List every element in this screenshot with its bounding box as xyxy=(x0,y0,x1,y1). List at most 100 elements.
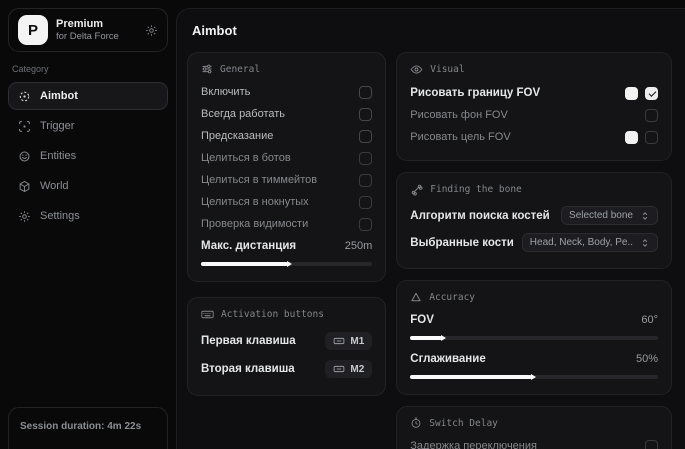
setting-row-always-work: Всегда работать xyxy=(201,103,372,125)
sidebar-item-settings[interactable]: Settings xyxy=(8,202,168,230)
selected-bones-dropdown[interactable]: Head, Neck, Body, Pe.. xyxy=(522,233,658,252)
keybind-value: M1 xyxy=(350,336,364,347)
sidebar-item-world[interactable]: World xyxy=(8,172,168,200)
first-key-label: Первая клавиша xyxy=(201,335,296,347)
session-duration-text: Session duration: 4m 22s xyxy=(20,421,141,432)
setting-label: Предсказание xyxy=(201,130,273,142)
activation-card-header: Activation buttons xyxy=(201,308,372,321)
app-subtitle: for Delta Force xyxy=(56,31,137,42)
draw-fov-background-checkbox[interactable] xyxy=(645,109,658,122)
setting-label: Целиться в нокнутых xyxy=(201,196,309,208)
section-title: Switch Delay xyxy=(429,418,498,429)
max-distance-slider[interactable] xyxy=(201,262,372,266)
gear-icon[interactable] xyxy=(145,24,158,37)
app-logo-text: Premium for Delta Force xyxy=(56,18,137,43)
setting-label: Рисовать фон FOV xyxy=(410,109,508,121)
max-distance-value: 250m xyxy=(345,240,373,252)
second-keybind-button[interactable]: M2 xyxy=(325,360,372,378)
draw-fov-border-row: Рисовать границу FOV xyxy=(410,82,658,104)
first-keybind-button[interactable]: M1 xyxy=(325,332,372,350)
section-title: Activation buttons xyxy=(221,309,324,320)
fov-row: FOV 60° xyxy=(410,309,658,331)
setting-row-enable: Включить xyxy=(201,81,372,103)
dropdown-value: Selected bone xyxy=(569,210,633,221)
unfold-chevrons-icon xyxy=(640,211,650,221)
target-bots-checkbox[interactable] xyxy=(359,152,372,165)
accuracy-card: Accuracy FOV 60° Сглаживание 50% xyxy=(396,280,672,395)
bone-algorithm-dropdown[interactable]: Selected bone xyxy=(561,206,658,225)
sidebar-item-entities[interactable]: Entities xyxy=(8,142,168,170)
general-card-header: General xyxy=(201,63,372,75)
bone-algorithm-label: Алгоритм поиска костей xyxy=(410,210,553,222)
setting-label: Проверка видимости xyxy=(201,218,308,230)
smoothing-slider[interactable] xyxy=(410,375,658,379)
bone-icon xyxy=(410,183,423,196)
always-work-checkbox[interactable] xyxy=(359,108,372,121)
target-teammates-checkbox[interactable] xyxy=(359,174,372,187)
prediction-checkbox[interactable] xyxy=(359,130,372,143)
keyboard-icon xyxy=(333,335,345,347)
world-cube-icon xyxy=(18,180,31,193)
fov-slider[interactable] xyxy=(410,336,658,340)
main-panel: Aimbot General В xyxy=(176,8,685,449)
section-title: General xyxy=(220,64,260,75)
keyboard-icon xyxy=(201,308,214,321)
app-logo-card: P Premium for Delta Force xyxy=(8,8,168,52)
switch-delay-label: Задержка переключения xyxy=(410,440,537,449)
eye-icon xyxy=(410,63,423,76)
setting-label: Всегда работать xyxy=(201,108,285,120)
switch-delay-card: Switch Delay Задержка переключения Задер… xyxy=(396,406,672,449)
setting-row-target-bots: Целиться в ботов xyxy=(201,147,372,169)
finding-bone-card: Finding the bone Алгоритм поиска костей … xyxy=(396,172,672,269)
draw-fov-border-checkbox[interactable] xyxy=(645,87,658,100)
draw-fov-target-checkbox[interactable] xyxy=(645,131,658,144)
accuracy-card-header: Accuracy xyxy=(410,291,658,303)
fov-border-color-swatch[interactable] xyxy=(625,87,638,100)
selected-bones-label: Выбранные кости xyxy=(410,237,514,249)
slider-fill xyxy=(201,262,288,266)
switch-delay-toggle-row: Задержка переключения xyxy=(410,435,658,449)
settings-gear-icon xyxy=(18,210,31,223)
draw-fov-target-row: Рисовать цель FOV xyxy=(410,126,658,148)
section-title: Visual xyxy=(430,64,464,75)
switch-delay-card-header: Switch Delay xyxy=(410,417,658,429)
slider-fill xyxy=(410,375,531,379)
keyboard-icon xyxy=(333,363,345,375)
sidebar-item-label: Aimbot xyxy=(40,90,78,102)
dropdown-value: Head, Neck, Body, Pe.. xyxy=(530,237,633,248)
app-title: Premium xyxy=(56,18,137,31)
second-key-row: Вторая клавиша M2 xyxy=(201,355,372,383)
sidebar-item-label: World xyxy=(40,180,69,192)
sliders-icon xyxy=(201,63,213,75)
max-distance-row: Макс. дистанция 250m xyxy=(201,235,372,257)
app-logo: P xyxy=(18,15,48,45)
crosshair-icon xyxy=(18,90,31,103)
setting-row-target-teammates: Целиться в тиммейтов xyxy=(201,169,372,191)
unfold-chevrons-icon xyxy=(640,238,650,248)
sidebar-item-trigger[interactable]: Trigger xyxy=(8,112,168,140)
setting-row-prediction: Предсказание xyxy=(201,125,372,147)
fov-value: 60° xyxy=(641,314,658,326)
setting-label: Рисовать цель FOV xyxy=(410,131,510,143)
enable-checkbox[interactable] xyxy=(359,86,372,99)
session-duration-box: Session duration: 4m 22s xyxy=(8,407,168,449)
general-card: General Включить Всегда работать Предска… xyxy=(187,52,386,282)
selected-bones-row: Выбранные кости Head, Neck, Body, Pe.. xyxy=(410,229,658,256)
fov-target-color-swatch[interactable] xyxy=(625,131,638,144)
visibility-check-checkbox[interactable] xyxy=(359,218,372,231)
target-knocked-checkbox[interactable] xyxy=(359,196,372,209)
smoothing-row: Сглаживание 50% xyxy=(410,348,658,370)
trigger-scope-icon xyxy=(18,120,31,133)
triangle-icon xyxy=(410,291,422,303)
setting-label: Целиться в тиммейтов xyxy=(201,174,317,186)
sidebar-item-aimbot[interactable]: Aimbot xyxy=(8,82,168,110)
setting-label: Целиться в ботов xyxy=(201,152,291,164)
page-title: Aimbot xyxy=(192,23,672,38)
keybind-value: M2 xyxy=(350,364,364,375)
visual-card-header: Visual xyxy=(410,63,658,76)
switch-delay-checkbox[interactable] xyxy=(645,440,658,449)
bone-card-header: Finding the bone xyxy=(410,183,658,196)
setting-label: Рисовать границу FOV xyxy=(410,87,540,99)
category-label: Category xyxy=(12,64,164,74)
draw-fov-background-row: Рисовать фон FOV xyxy=(410,104,658,126)
